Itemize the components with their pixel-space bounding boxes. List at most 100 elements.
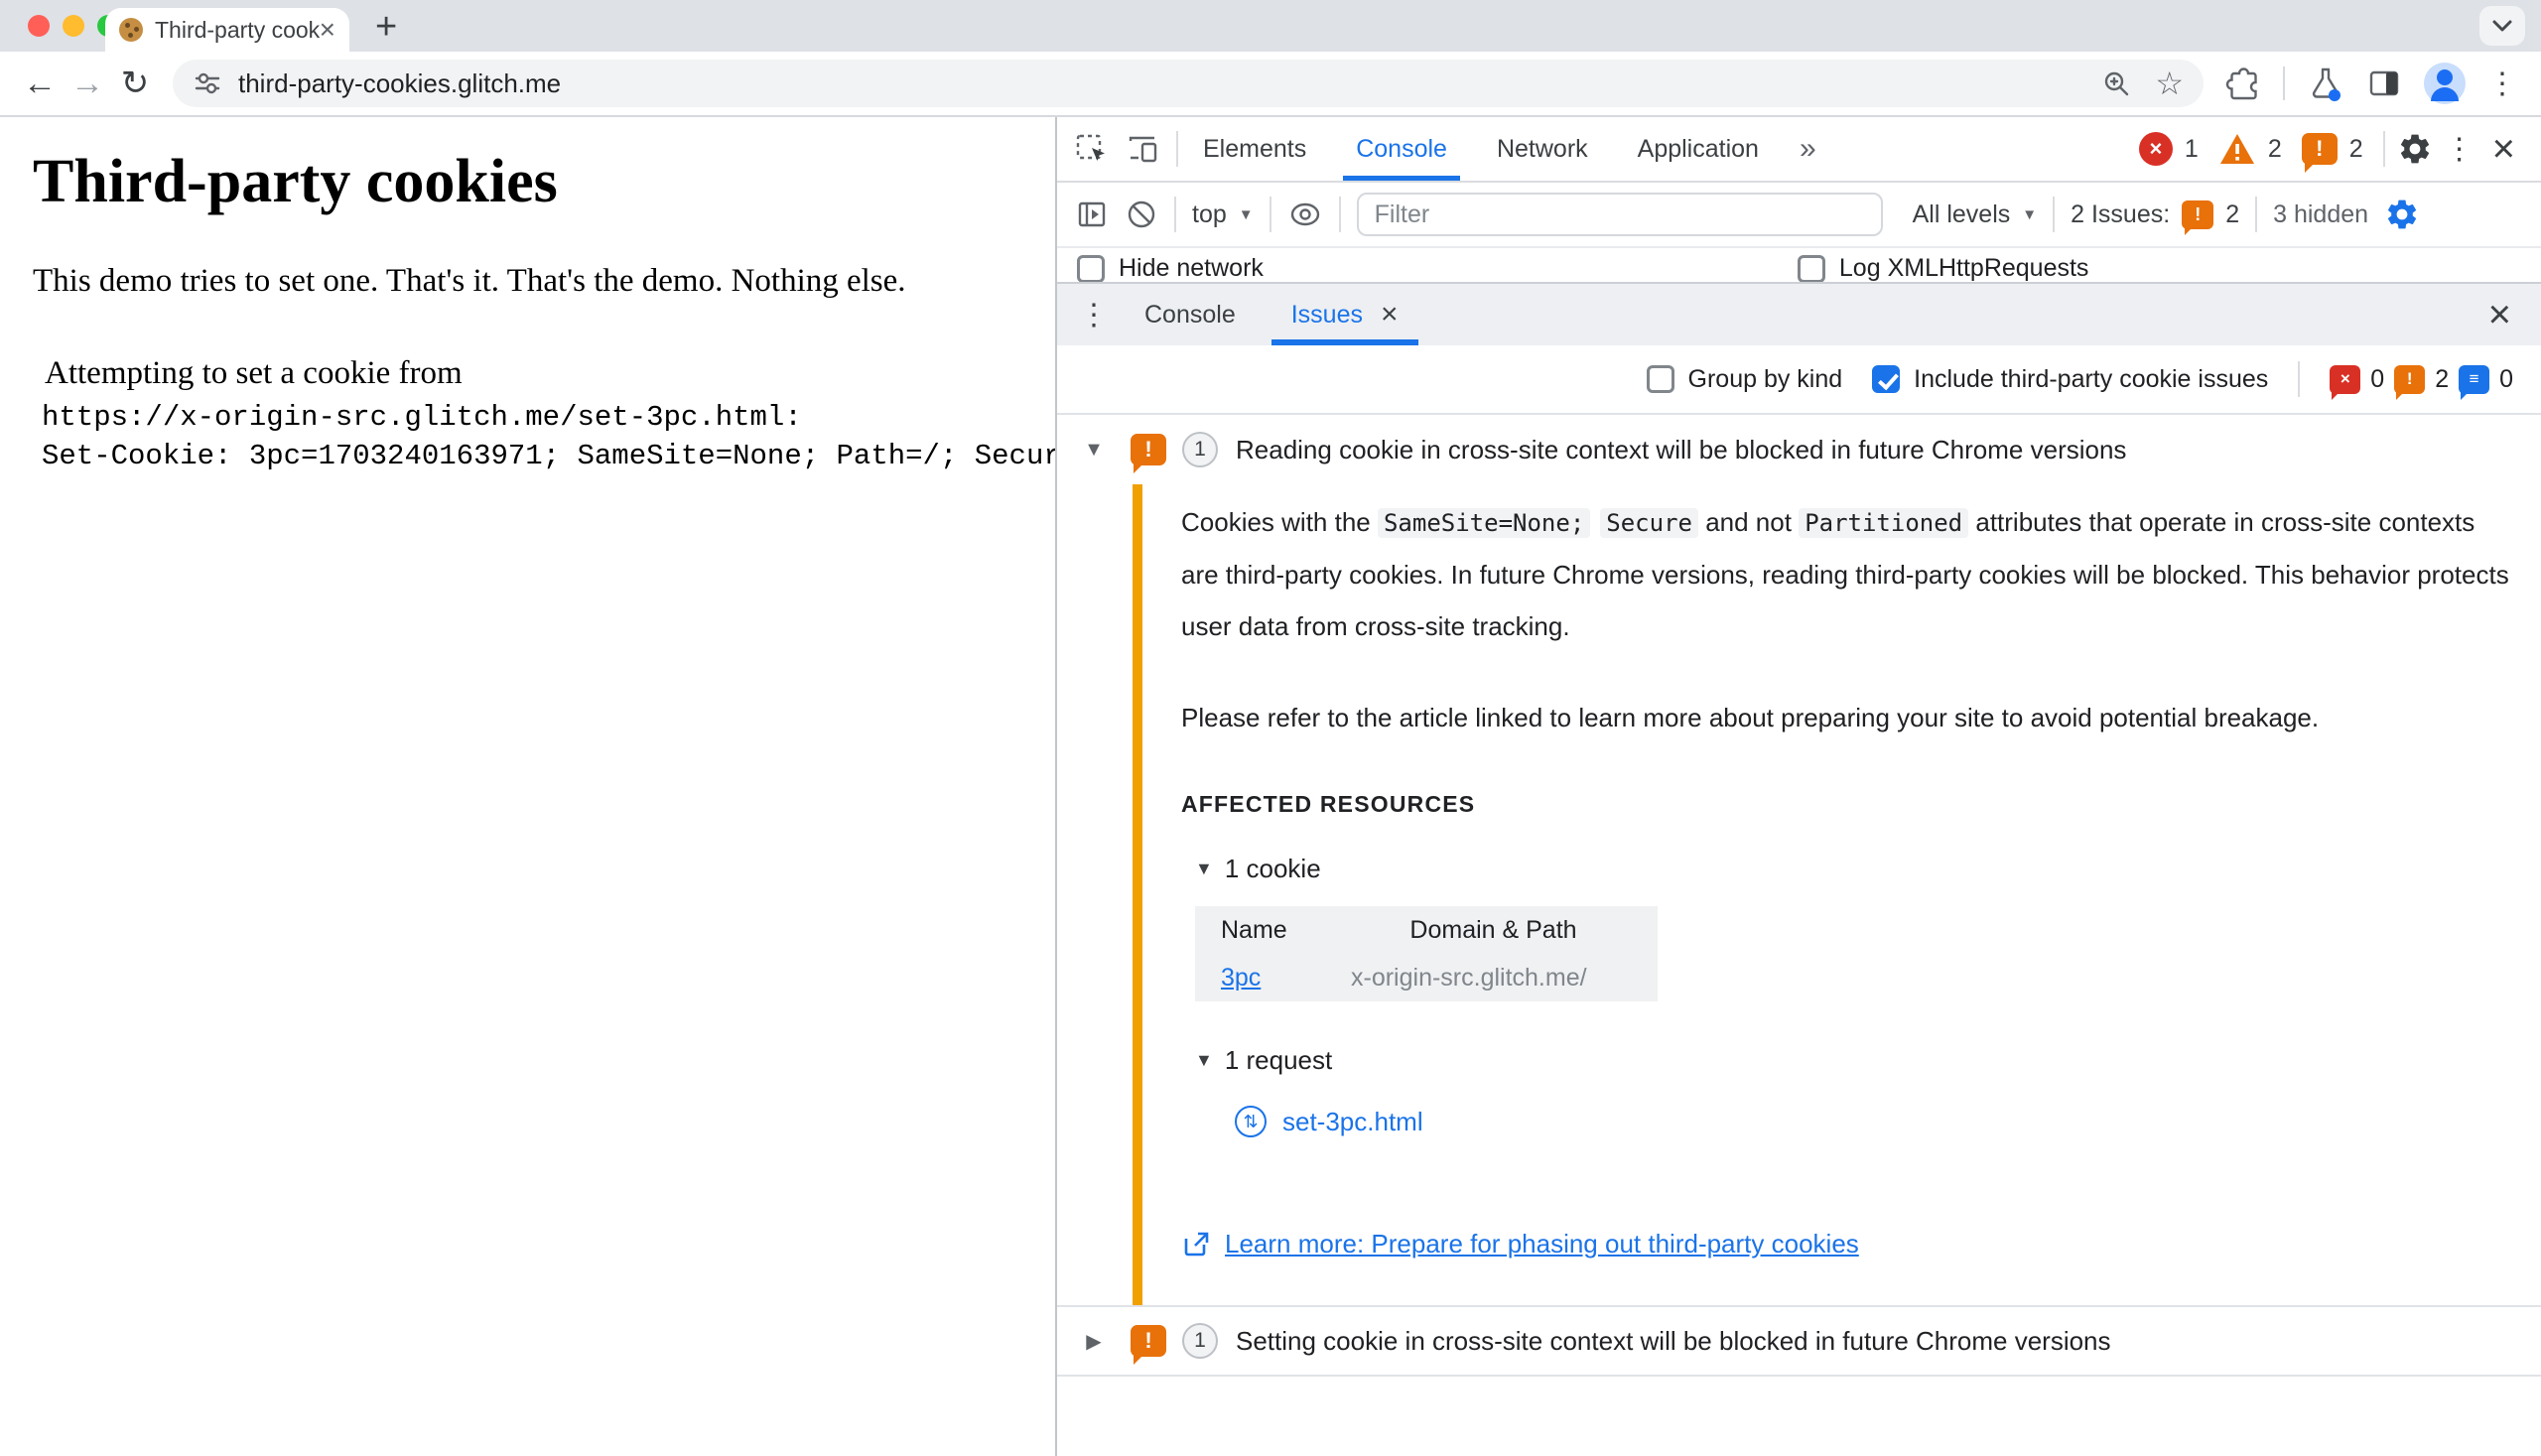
profile-avatar[interactable]: [2424, 63, 2466, 104]
col-name-header: Name: [1195, 916, 1329, 945]
warning-count: 2: [2268, 135, 2282, 164]
request-group-toggle[interactable]: ▼ 1 request: [1195, 1045, 2513, 1076]
affected-resources-heading: AFFECTED RESOURCES: [1181, 791, 2513, 818]
hide-network-checkbox-item[interactable]: Hide network: [1077, 254, 1264, 282]
side-panel-icon[interactable]: [2366, 66, 2402, 101]
warning-count-icon[interactable]: [2218, 132, 2256, 166]
code-partitioned: Partitioned: [1799, 508, 1968, 538]
include-third-party-item[interactable]: Include third-party cookie issues: [1872, 365, 2268, 394]
reload-button[interactable]: ↻: [111, 64, 159, 103]
code-samesite: SameSite=None;: [1378, 508, 1590, 538]
toolbar-actions: ⋮: [2217, 63, 2525, 104]
more-tabs-icon[interactable]: »: [1784, 132, 1832, 166]
browser-menu-kebab-icon[interactable]: ⋮: [2487, 66, 2517, 101]
issue-title[interactable]: Setting cookie in cross-site context wil…: [1236, 1326, 2111, 1357]
issue-row-reading-cookie[interactable]: ▼ ! 1 Reading cookie in cross-site conte…: [1057, 415, 2541, 484]
learn-more-link[interactable]: Learn more: Prepare for phasing out thir…: [1225, 1229, 1859, 1259]
address-bar[interactable]: third-party-cookies.glitch.me ☆: [173, 60, 2204, 107]
toolbar-divider: [1339, 197, 1341, 232]
devtools-menu-kebab-icon[interactable]: ⋮: [2445, 132, 2474, 167]
log-xhr-label: Log XMLHttpRequests: [1839, 254, 2089, 282]
site-info-icon[interactable]: [193, 68, 222, 98]
expand-triangle-icon[interactable]: ▼: [1073, 439, 1115, 462]
group-by-kind-item[interactable]: Group by kind: [1647, 365, 1843, 394]
external-link-icon: [1181, 1230, 1211, 1259]
flask-badge-dot: [2329, 89, 2340, 101]
tab-label: Application: [1638, 135, 1759, 164]
log-level-selector[interactable]: All levels ▼: [1913, 200, 2038, 229]
log-xhr-checkbox-item[interactable]: Log XMLHttpRequests: [1798, 254, 2089, 282]
issues-counter-button[interactable]: 2 Issues: ! 2: [2071, 200, 2239, 229]
tab-search-chevron-button[interactable]: [2479, 6, 2525, 46]
execution-context-selector[interactable]: top ▼: [1192, 200, 1254, 229]
minimize-window-button[interactable]: [63, 15, 84, 37]
console-settings-row-clipped: Hide network Log XMLHttpRequests: [1057, 248, 2541, 282]
issue-title[interactable]: Reading cookie in cross-site context wil…: [1236, 435, 2126, 465]
back-button[interactable]: ←: [16, 65, 64, 103]
request-link-item[interactable]: ⇅ set-3pc.html: [1235, 1106, 2513, 1137]
forward-button[interactable]: →: [64, 65, 111, 103]
frame-cookie-log: https://x-origin-src.glitch.me/set-3pc.h…: [42, 398, 1055, 475]
issue-bang: !: [1144, 437, 1151, 463]
drawer-menu-kebab-icon[interactable]: ⋮: [1071, 298, 1117, 332]
tab-title: Third-party cookies: [155, 17, 320, 44]
inspect-element-icon[interactable]: [1073, 131, 1109, 167]
issues-count-icon[interactable]: !: [2302, 133, 2338, 165]
include-third-party-label: Include third-party cookie issues: [1914, 365, 2268, 394]
web-page: Third-party cookies This demo tries to s…: [0, 117, 1055, 1456]
console-settings-gear-icon[interactable]: [2384, 197, 2420, 232]
cookie-group-toggle[interactable]: ▼ 1 cookie: [1195, 854, 2513, 884]
collapsed-triangle-icon[interactable]: ▶: [1073, 1329, 1115, 1354]
drawer-tab-close-icon[interactable]: ×: [1381, 298, 1399, 331]
console-sidebar-toggle-icon[interactable]: [1075, 198, 1109, 231]
live-expression-eye-icon[interactable]: [1287, 199, 1323, 229]
log-xhr-checkbox[interactable]: [1798, 255, 1825, 283]
improvement-count: 0: [2499, 365, 2513, 394]
devtools-close-icon[interactable]: ×: [2486, 127, 2521, 172]
settings-gear-icon[interactable]: [2397, 131, 2433, 167]
device-toolbar-icon[interactable]: [1125, 131, 1160, 167]
error-count-icon[interactable]: ×: [2139, 132, 2173, 166]
hide-network-checkbox[interactable]: [1077, 255, 1105, 283]
clear-console-icon[interactable]: [1125, 198, 1158, 231]
zoom-icon[interactable]: [2101, 68, 2131, 98]
close-window-button[interactable]: [28, 15, 50, 37]
devtools-panel: Elements Console Network Application » ×…: [1055, 117, 2541, 1456]
devtools-tabbar: Elements Console Network Application » ×…: [1057, 117, 2541, 183]
badge-glyph: ×: [2340, 369, 2350, 389]
devtools-drawer: ⋮ Console Issues × × Group by kind Inclu…: [1057, 282, 2541, 1456]
new-tab-button[interactable]: +: [375, 6, 397, 49]
experiments-flask-icon[interactable]: [2307, 65, 2344, 102]
cookie-name-link[interactable]: 3pc: [1221, 964, 1261, 992]
tab-application[interactable]: Application: [1613, 117, 1784, 181]
issue-count-pill: 1: [1182, 1323, 1218, 1359]
bookmark-star-icon[interactable]: ☆: [2155, 65, 2184, 102]
extensions-icon[interactable]: [2225, 66, 2261, 101]
tab-elements[interactable]: Elements: [1178, 117, 1331, 181]
frame-url-line: https://x-origin-src.glitch.me/set-3pc.h…: [42, 401, 802, 434]
console-filter-input[interactable]: [1357, 193, 1883, 236]
drawer-close-icon[interactable]: ×: [2488, 293, 2527, 337]
tab-network[interactable]: Network: [1472, 117, 1613, 181]
chevron-down-icon: ▼: [1239, 206, 1254, 223]
toolbar-divider: [2053, 197, 2055, 232]
expand-triangle-icon[interactable]: ▼: [1195, 1050, 1213, 1071]
expand-triangle-icon[interactable]: ▼: [1195, 859, 1213, 879]
group-by-kind-checkbox[interactable]: [1647, 365, 1674, 393]
url-text[interactable]: third-party-cookies.glitch.me: [238, 68, 561, 99]
request-file-link[interactable]: set-3pc.html: [1282, 1107, 1423, 1137]
hidden-messages-label[interactable]: 3 hidden: [2273, 200, 2368, 229]
include-third-party-checkbox[interactable]: [1872, 365, 1900, 393]
drawer-tab-console[interactable]: Console: [1117, 284, 1264, 345]
issue-row-setting-cookie[interactable]: ▶ ! 1 Setting cookie in cross-site conte…: [1057, 1307, 2541, 1377]
tab-close-icon[interactable]: ×: [320, 16, 335, 44]
issues-count: 2: [2349, 135, 2363, 164]
page-description: This demo tries to set one. That's it. T…: [33, 263, 1055, 300]
drawer-tab-issues[interactable]: Issues ×: [1264, 284, 1426, 345]
network-request-icon: ⇅: [1235, 1106, 1267, 1137]
console-toolbar: top ▼ All levels ▼ 2 Issues: ! 2 3 hidde…: [1057, 183, 2541, 248]
tab-console[interactable]: Console: [1331, 117, 1472, 181]
badge-glyph: !: [2407, 369, 2413, 389]
browser-tab[interactable]: Third-party cookies ×: [105, 8, 349, 52]
issue-bubble-icon: !: [2182, 200, 2213, 229]
